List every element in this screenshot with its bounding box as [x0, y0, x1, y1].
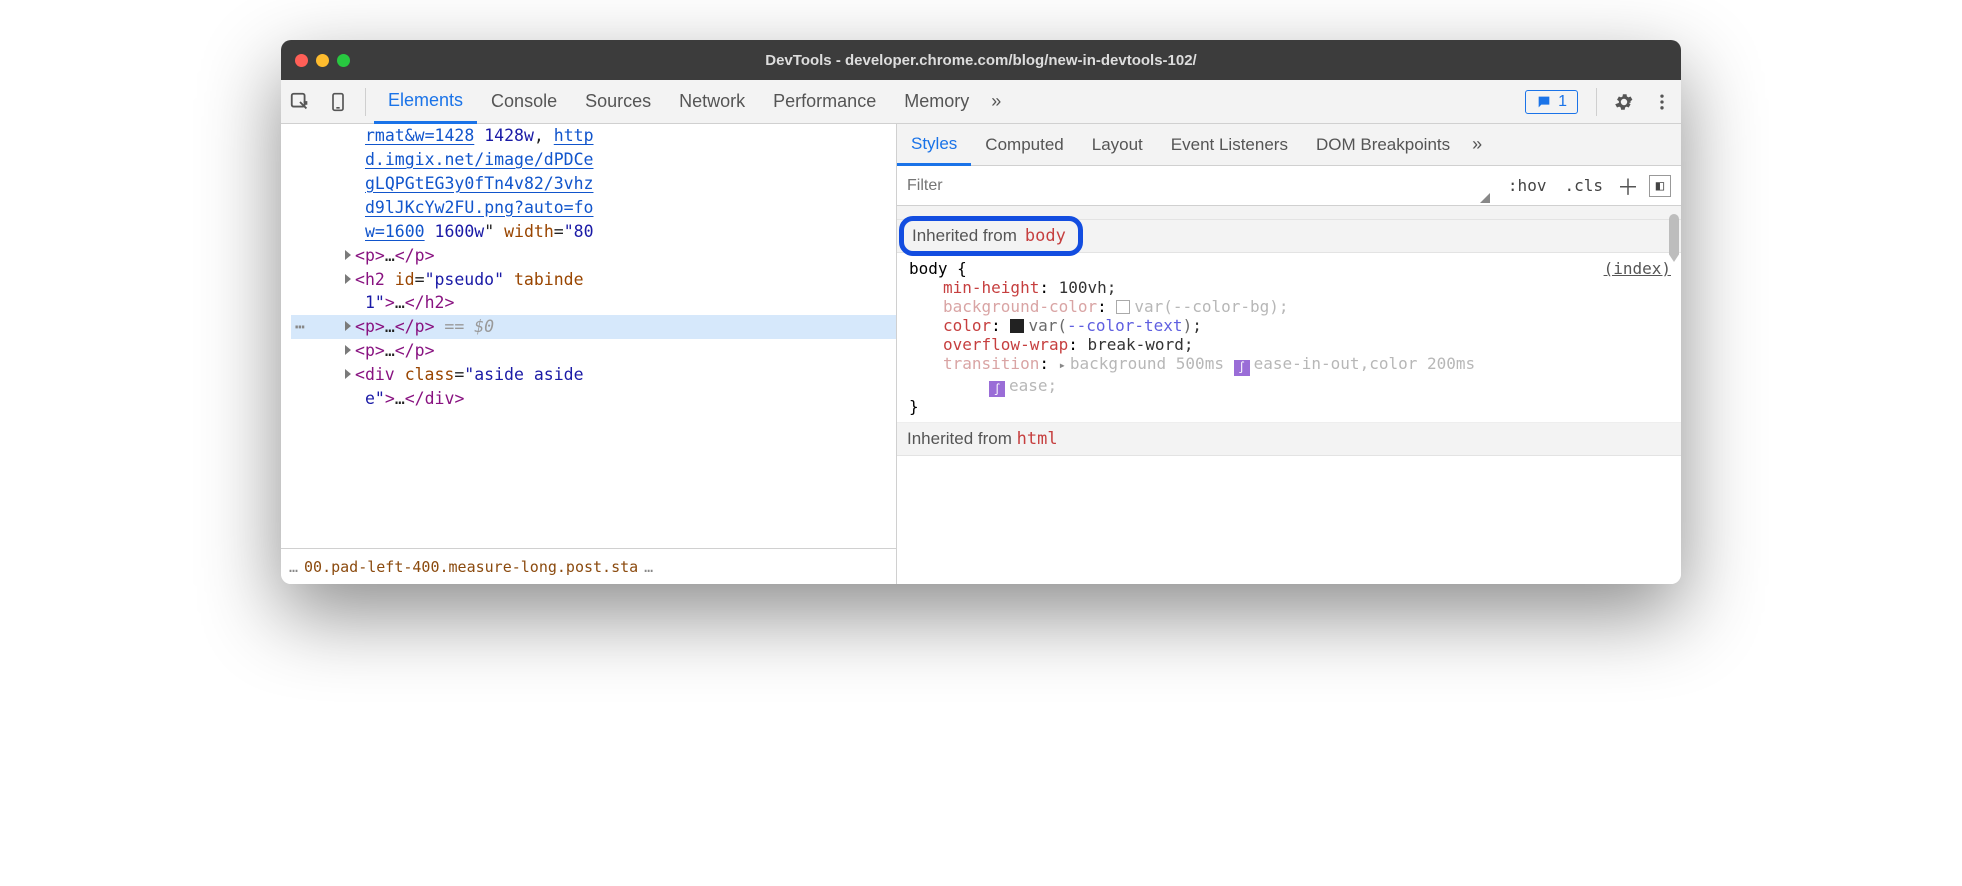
css-declaration[interactable]: background-color: var(--color-bg); — [909, 297, 1671, 316]
bezier-swatch-icon[interactable]: ∫ — [989, 381, 1005, 397]
scroll-thumb[interactable] — [1669, 214, 1679, 262]
dom-row[interactable]: <p>…</p> — [291, 244, 896, 268]
css-declaration[interactable]: min-height: 100vh; — [909, 278, 1671, 297]
kebab-menu-icon[interactable] — [1645, 85, 1679, 119]
subtab-styles[interactable]: Styles — [897, 125, 971, 166]
main-toolbar: ElementsConsoleSourcesNetworkPerformance… — [281, 80, 1681, 124]
css-declaration[interactable]: color: var(--color-text); — [909, 316, 1671, 335]
dom-panel: rmat&w=1428 1428w, httpd.imgix.net/image… — [281, 124, 897, 584]
message-icon — [1536, 94, 1552, 110]
dom-row[interactable]: d9lJKcYw2FU.png?auto=fo — [291, 196, 896, 220]
titlebar: DevTools - developer.chrome.com/blog/new… — [281, 40, 1681, 80]
tab-memory[interactable]: Memory — [890, 80, 983, 123]
breadcrumb-ellipsis: … — [289, 558, 298, 576]
dom-row[interactable]: rmat&w=1428 1428w, http — [291, 124, 896, 148]
styles-panel: StylesComputedLayoutEvent ListenersDOM B… — [897, 124, 1681, 584]
hov-toggle[interactable]: :hov — [1504, 174, 1551, 197]
dom-row[interactable]: w=1600 1600w" width="80 — [291, 220, 896, 244]
styles-filter-bar: :hov .cls ＋ ◧ — [897, 166, 1681, 206]
device-toolbar-icon[interactable] — [321, 85, 355, 119]
expand-triangle-icon[interactable] — [345, 345, 351, 355]
workarea: rmat&w=1428 1428w, httpd.imgix.net/image… — [281, 124, 1681, 584]
panel-tabs: ElementsConsoleSourcesNetworkPerformance… — [374, 80, 983, 123]
inherited-selector: html — [1017, 429, 1058, 449]
subtab-layout[interactable]: Layout — [1078, 124, 1157, 165]
expand-shorthand-icon[interactable]: ▸ — [1059, 358, 1066, 372]
issues-badge[interactable]: 1 — [1525, 90, 1578, 114]
breadcrumb[interactable]: … 00.pad-left-400.measure-long.post.sta … — [281, 548, 896, 584]
subtab-dom-breakpoints[interactable]: DOM Breakpoints — [1302, 124, 1464, 165]
more-subtabs-chevron-icon[interactable]: » — [1464, 134, 1490, 155]
toggle-rendering-icon[interactable]: ◧ — [1649, 175, 1671, 197]
dom-row[interactable]: d.imgix.net/image/dPDCe — [291, 148, 896, 172]
minimize-window-button[interactable] — [316, 54, 329, 67]
inherited-from-html[interactable]: Inherited from html — [897, 423, 1681, 456]
window-title: DevTools - developer.chrome.com/blog/new… — [281, 52, 1681, 69]
traffic-lights — [295, 54, 350, 67]
subtab-event-listeners[interactable]: Event Listeners — [1157, 124, 1302, 165]
color-swatch-icon[interactable] — [1116, 300, 1130, 314]
dom-row[interactable]: gLQPGtEG3y0fTn4v82/3vhz — [291, 172, 896, 196]
tab-console[interactable]: Console — [477, 80, 571, 123]
expand-triangle-icon[interactable] — [345, 369, 351, 379]
css-rule-block[interactable]: (index) body { min-height: 100vh;backgro… — [897, 253, 1681, 423]
rule-selector: body — [909, 259, 948, 278]
color-swatch-icon[interactable] — [1010, 319, 1024, 333]
breadcrumb-path: 00.pad-left-400.measure-long.post.sta — [304, 558, 638, 576]
css-declaration[interactable]: transition: ▸background 500ms ∫ease-in-o… — [909, 354, 1671, 376]
new-style-rule-icon[interactable]: ＋ — [1617, 170, 1639, 202]
more-tabs-chevron-icon[interactable]: » — [983, 91, 1009, 112]
dom-row[interactable]: <p>…</p> == $0 — [291, 315, 896, 339]
inherited-from-body[interactable]: Inherited from body — [897, 220, 1681, 253]
inherited-label: Inherited from — [912, 226, 1017, 246]
tab-sources[interactable]: Sources — [571, 80, 665, 123]
maximize-window-button[interactable] — [337, 54, 350, 67]
styles-filter-input[interactable] — [897, 173, 1480, 199]
subtab-computed[interactable]: Computed — [971, 124, 1077, 165]
inspect-element-icon[interactable] — [283, 85, 317, 119]
tab-performance[interactable]: Performance — [759, 80, 890, 123]
dom-row[interactable]: e">…</div> — [291, 387, 896, 411]
breadcrumb-ellipsis: … — [644, 558, 653, 576]
resize-handle-icon[interactable] — [1480, 193, 1490, 203]
cls-toggle[interactable]: .cls — [1560, 174, 1607, 197]
dom-row[interactable]: <p>…</p> — [291, 339, 896, 363]
dom-row[interactable]: <div class="aside aside — [291, 363, 896, 387]
bezier-swatch-icon[interactable]: ∫ — [1234, 360, 1250, 376]
css-declaration-cont: ∫ease; — [909, 376, 1671, 398]
devtools-window: DevTools - developer.chrome.com/blog/new… — [281, 40, 1681, 584]
issues-count: 1 — [1558, 93, 1567, 111]
expand-triangle-icon[interactable] — [345, 321, 351, 331]
rule-source-link[interactable]: (index) — [1604, 259, 1671, 278]
tab-network[interactable]: Network — [665, 80, 759, 123]
inherited-selector: body — [1025, 226, 1066, 246]
dom-row[interactable]: 1">…</h2> — [291, 291, 896, 315]
expand-triangle-icon[interactable] — [345, 274, 351, 284]
dom-row[interactable]: <h2 id="pseudo" tabinde — [291, 268, 896, 292]
close-window-button[interactable] — [295, 54, 308, 67]
inherited-label: Inherited from — [907, 429, 1012, 448]
settings-gear-icon[interactable] — [1607, 85, 1641, 119]
tab-elements[interactable]: Elements — [374, 81, 477, 124]
css-declaration[interactable]: overflow-wrap: break-word; — [909, 335, 1671, 354]
dom-tree[interactable]: rmat&w=1428 1428w, httpd.imgix.net/image… — [281, 124, 896, 548]
expand-triangle-icon[interactable] — [345, 250, 351, 260]
styles-subtabs: StylesComputedLayoutEvent ListenersDOM B… — [897, 124, 1681, 166]
